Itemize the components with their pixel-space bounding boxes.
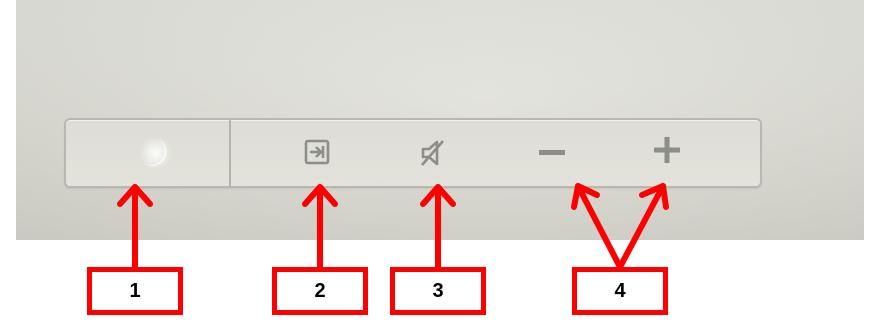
speaker-mute-icon [421,140,444,166]
mute-button[interactable] [419,138,447,168]
moon-icon [139,136,173,170]
callout-box-4: 4 [572,267,668,315]
callout-label-2: 2 [314,279,326,302]
panel-divider [229,120,231,186]
button-panel [64,118,762,188]
callout-box-2: 2 [272,267,368,315]
callout-box-1: 1 [87,267,183,315]
input-source-icon [304,139,330,165]
callout-label-4: 4 [614,279,626,302]
device-photo [16,0,864,240]
sleep-button[interactable] [134,135,174,171]
minus-icon [539,150,565,155]
plus-icon [654,137,680,163]
callout-label-1: 1 [129,279,141,302]
input-source-button[interactable] [304,139,330,165]
callout-box-3: 3 [390,267,486,315]
volume-up-button[interactable] [654,137,680,163]
callout-label-3: 3 [432,279,444,302]
volume-down-button[interactable] [539,148,565,158]
